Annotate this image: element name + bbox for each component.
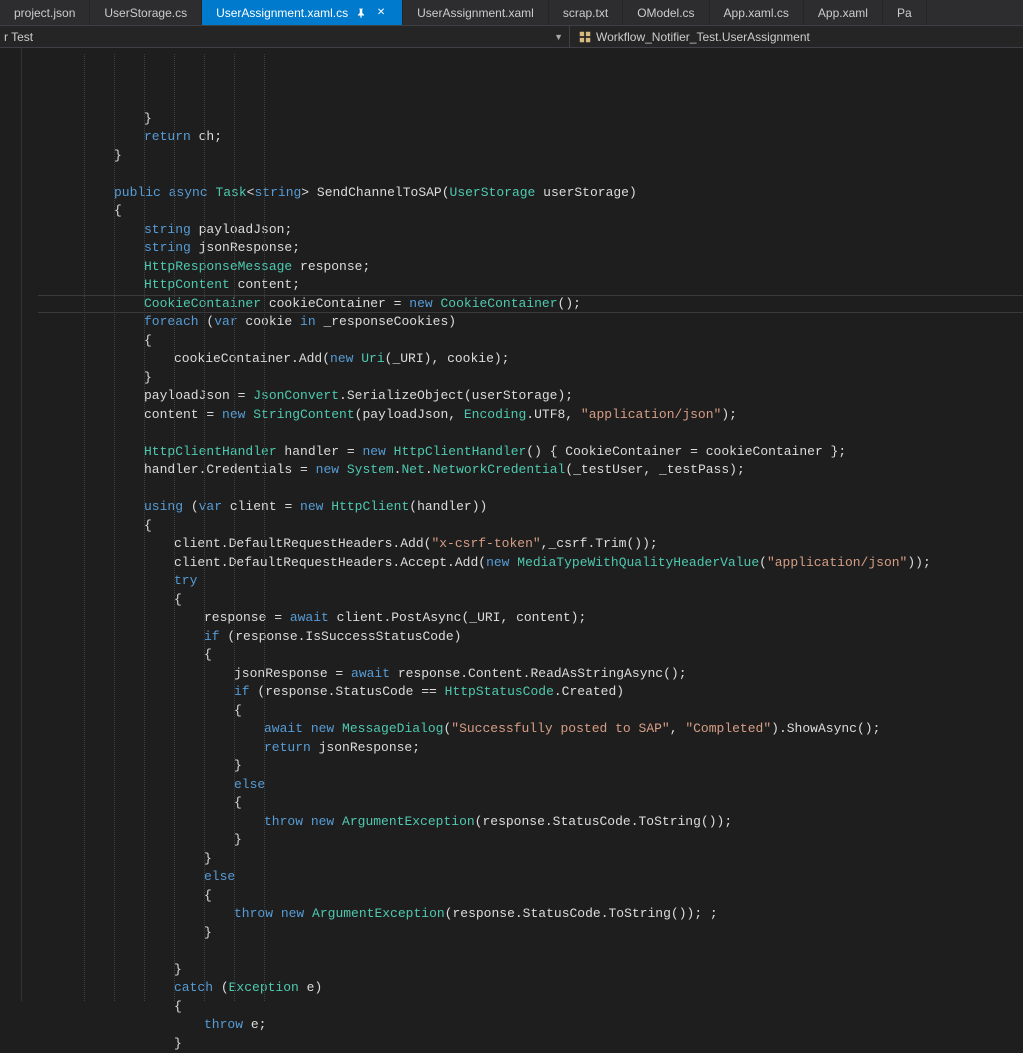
code-line[interactable]: } [38,961,1023,980]
tab-userstorage-cs[interactable]: UserStorage.cs [90,0,202,25]
code-line[interactable]: } [38,369,1023,388]
code-line[interactable] [38,480,1023,499]
tab-label: UserStorage.cs [104,6,187,20]
code-line[interactable]: { [38,887,1023,906]
tab-app-xaml-cs[interactable]: App.xaml.cs [710,0,804,25]
code-line[interactable]: { [38,998,1023,1017]
outline-column [22,48,38,1001]
code-line[interactable]: if (response.IsSuccessStatusCode) [38,628,1023,647]
code-line[interactable]: client.DefaultRequestHeaders.Accept.Add(… [38,554,1023,573]
code-line[interactable]: CookieContainer cookieContainer = new Co… [38,295,1023,314]
code-line[interactable]: using (var client = new HttpClient(handl… [38,498,1023,517]
code-line[interactable]: } [38,110,1023,129]
code-line[interactable]: } [38,147,1023,166]
code-line[interactable]: HttpResponseMessage response; [38,258,1023,277]
code-line[interactable]: throw e; [38,1016,1023,1035]
code-line[interactable]: { [38,591,1023,610]
code-line[interactable]: { [38,517,1023,536]
code-line[interactable]: string payloadJson; [38,221,1023,240]
code-line[interactable]: response = await client.PostAsync(_URI, … [38,609,1023,628]
tab-label: OModel.cs [637,6,694,20]
tab-project-json[interactable]: project.json [0,0,90,25]
code-line[interactable] [38,165,1023,184]
code-line[interactable]: return jsonResponse; [38,739,1023,758]
tab-label: UserAssignment.xaml.cs [216,6,348,20]
tab-userassignment-xaml[interactable]: UserAssignment.xaml [403,0,549,25]
code-line[interactable] [38,942,1023,961]
pin-icon[interactable] [354,6,368,20]
code-line[interactable]: { [38,794,1023,813]
code-line[interactable]: payloadJson = JsonConvert.SerializeObjec… [38,387,1023,406]
code-line[interactable]: try [38,572,1023,591]
code-line[interactable]: client.DefaultRequestHeaders.Add("x-csrf… [38,535,1023,554]
tab-label: project.json [14,6,75,20]
code-line[interactable]: else [38,776,1023,795]
tab-label: UserAssignment.xaml [417,6,534,20]
tab-app-xaml[interactable]: App.xaml [804,0,883,25]
tab-omodel-cs[interactable]: OModel.cs [623,0,709,25]
code-line[interactable]: string jsonResponse; [38,239,1023,258]
member-label: Workflow_Notifier_Test.UserAssignment [596,30,810,44]
code-line[interactable]: HttpClientHandler handler = new HttpClie… [38,443,1023,462]
tab-label: App.xaml.cs [724,6,789,20]
tab-label: App.xaml [818,6,868,20]
tab-label: scrap.txt [563,6,608,20]
code-line[interactable]: } [38,757,1023,776]
code-line[interactable]: } [38,1035,1023,1053]
navigation-bar: r Test ▼ Workflow_Notifier_Test.UserAssi… [0,26,1023,48]
tab-pa[interactable]: Pa [883,0,927,25]
code-area[interactable]: }return ch;}public async Task<string> Se… [38,48,1023,1001]
close-icon[interactable]: ✕ [374,6,388,20]
code-line[interactable]: { [38,332,1023,351]
code-line[interactable]: throw new ArgumentException(response.Sta… [38,905,1023,924]
code-line[interactable]: } [38,831,1023,850]
code-line[interactable]: catch (Exception e) [38,979,1023,998]
code-line[interactable]: { [38,702,1023,721]
code-line[interactable]: { [38,202,1023,221]
code-line[interactable]: throw new ArgumentException(response.Sta… [38,813,1023,832]
code-line[interactable] [38,424,1023,443]
code-line[interactable]: { [38,646,1023,665]
class-icon [578,30,592,44]
code-line[interactable]: content = new StringContent(payloadJson,… [38,406,1023,425]
code-line[interactable]: await new MessageDialog("Successfully po… [38,720,1023,739]
tab-label: Pa [897,6,912,20]
editor-gutter [0,48,22,1001]
code-line[interactable]: } [38,924,1023,943]
code-line[interactable]: public async Task<string> SendChannelToS… [38,184,1023,203]
code-editor[interactable]: }return ch;}public async Task<string> Se… [0,48,1023,1001]
tab-scrap-txt[interactable]: scrap.txt [549,0,623,25]
code-line[interactable]: cookieContainer.Add(new Uri(_URI), cooki… [38,350,1023,369]
tab-bar: project.json UserStorage.cs UserAssignment… [0,0,1023,26]
code-line[interactable]: foreach (var cookie in _responseCookies) [38,313,1023,332]
scope-label: r Test [4,30,552,44]
code-line[interactable]: jsonResponse = await response.Content.Re… [38,665,1023,684]
tab-userassignment-xaml-cs[interactable]: UserAssignment.xaml.cs ✕ [202,0,403,25]
scope-dropdown[interactable]: r Test ▼ [0,26,570,47]
code-line[interactable]: if (response.StatusCode == HttpStatusCod… [38,683,1023,702]
code-line[interactable]: HttpContent content; [38,276,1023,295]
code-line[interactable]: handler.Credentials = new System.Net.Net… [38,461,1023,480]
chevron-down-icon: ▼ [552,32,565,42]
code-line[interactable]: } [38,850,1023,869]
member-dropdown[interactable]: Workflow_Notifier_Test.UserAssignment [570,30,810,44]
code-line[interactable]: return ch; [38,128,1023,147]
code-line[interactable]: else [38,868,1023,887]
